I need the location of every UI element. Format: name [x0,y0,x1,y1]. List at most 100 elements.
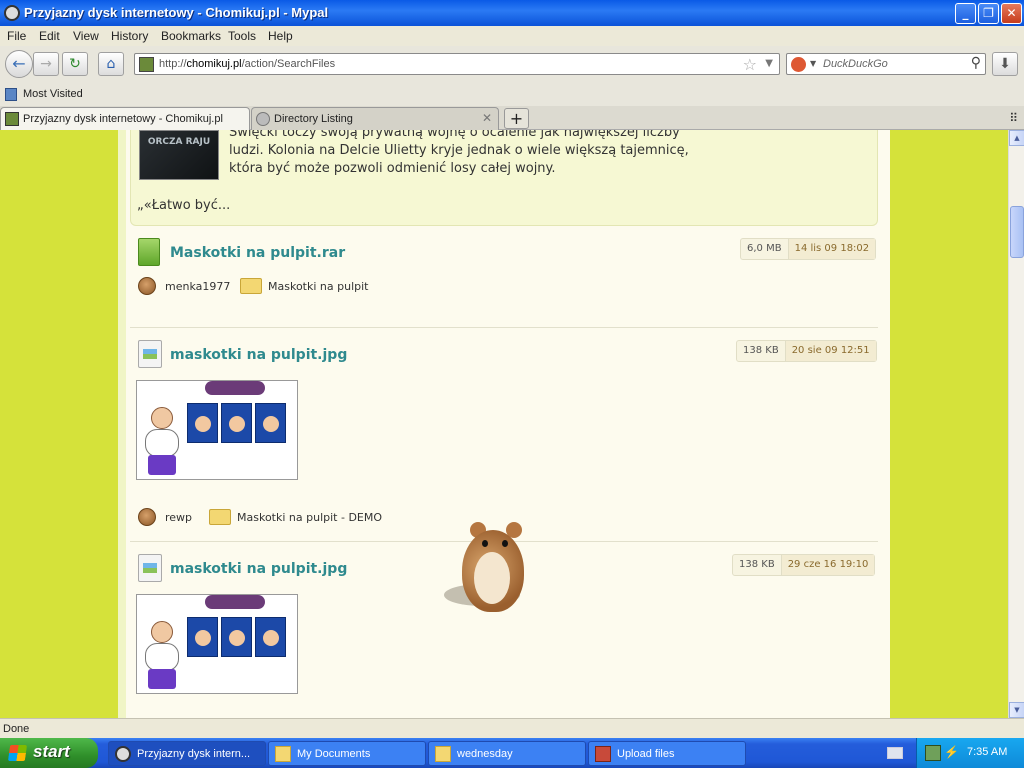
globe-icon [256,112,270,126]
menu-tools[interactable]: Tools [228,29,256,43]
task-label: My Documents [297,748,371,760]
hamster-mascot[interactable] [444,510,528,616]
thumbnail-panel [187,403,218,443]
file-divider [130,327,878,328]
thumbnail-panel [187,617,218,657]
url-dropdown-icon[interactable]: ▼ [765,58,773,69]
thumbnail-cartoon-man [143,621,183,689]
tab-directory-listing[interactable]: Directory Listing ✕ [251,107,499,130]
owner-link[interactable]: rewp [165,511,192,524]
thumbnail-panel [221,403,252,443]
image-thumbnail[interactable] [136,380,298,480]
minimize-button[interactable]: _ [955,3,976,24]
vertical-scrollbar[interactable]: ▲ ▼ [1008,130,1024,718]
tab-close-icon[interactable]: ✕ [482,111,492,125]
file-item: Maskotki na pulpit.rar 6,0 MB 14 lis 09 … [130,236,878,326]
image-file-icon [138,340,162,368]
most-visited-icon [5,88,17,101]
file-name-link[interactable]: maskotki na pulpit.jpg [170,561,347,577]
image-file-icon [138,554,162,582]
search-icon[interactable]: ⚲ [971,55,981,71]
task-wednesday[interactable]: wednesday [428,741,586,766]
file-meta: 138 KB 20 sie 09 12:51 [736,340,877,362]
reload-icon[interactable]: ↻ [62,52,88,76]
file-size: 138 KB [737,341,786,361]
back-icon[interactable]: ← [5,50,33,78]
file-date: 14 lis 09 18:02 [788,239,876,259]
mypal-app-icon [4,5,20,21]
folder-link[interactable]: Maskotki na pulpit [268,280,368,293]
search-placeholder: DuckDuckGo [823,58,888,70]
thumbnail-panel [255,403,286,443]
mypal-task-icon [115,746,131,762]
scrollbar-thumb[interactable] [1010,206,1024,258]
file-date: 29 cze 16 19:10 [781,555,875,575]
tab-strip: Przyjazny dysk internetowy - Chomikuj.pl… [0,106,1024,130]
task-my-documents[interactable]: My Documents [268,741,426,766]
title-bar: Przyjazny dysk internetowy - Chomikuj.pl… [0,0,1024,26]
forward-icon[interactable]: → [33,52,59,76]
task-upload-files[interactable]: Upload files [588,741,746,766]
tab-list-icon[interactable]: ⠿ [1009,111,1018,125]
taskbar: start Przyjazny dysk intern... My Docume… [0,738,1024,768]
file-size: 138 KB [733,555,782,575]
menu-bookmarks[interactable]: Bookmarks [161,29,221,43]
menu-view[interactable]: View [73,29,99,43]
folder-task-icon [275,746,291,762]
file-name-link[interactable]: maskotki na pulpit.jpg [170,347,347,363]
keyboard-icon[interactable] [887,747,903,759]
hamster-eye [482,540,488,547]
file-name-link[interactable]: Maskotki na pulpit.rar [170,245,345,261]
menu-edit[interactable]: Edit [39,29,60,43]
hamster-avatar-icon[interactable] [138,277,156,295]
thumbnail-panel [255,617,286,657]
folder-icon[interactable] [240,278,262,294]
windows-logo-icon [7,745,28,761]
search-engine-caret-icon[interactable]: ▼ [810,59,816,68]
status-bar: Done [0,718,1024,738]
site-favicon-icon [139,57,154,72]
task-label: wednesday [457,748,513,760]
search-bar[interactable]: ▼ DuckDuckGo ⚲ [786,53,986,75]
hamster-belly [474,552,510,604]
tray-app-icon[interactable] [925,745,941,761]
tray-network-icon[interactable]: ⚡ [944,745,960,761]
url-bar[interactable]: http://chomikuj.pl/action/SearchFiles ☆ … [134,53,780,75]
page-viewport: ORCZA RAJU Święcki toczy swoją prywatną … [0,130,1008,718]
folder-icon[interactable] [209,509,231,525]
home-icon[interactable]: ⌂ [98,52,124,76]
image-thumbnail[interactable] [136,594,298,694]
scroll-up-icon[interactable]: ▲ [1009,130,1024,146]
upload-task-icon [595,746,611,762]
page-content: ORCZA RAJU Święcki toczy swoją prywatną … [118,130,890,718]
downloads-icon[interactable]: ⬇ [992,52,1018,76]
maximize-button[interactable]: ❐ [978,3,999,24]
thumbnail-cartoon-man [143,407,183,475]
new-tab-button[interactable]: + [504,108,529,129]
duckduckgo-icon[interactable] [791,57,806,72]
scroll-down-icon[interactable]: ▼ [1009,702,1024,718]
hamster-avatar-icon[interactable] [138,508,156,526]
menu-history[interactable]: History [111,29,148,43]
start-button[interactable]: start [0,738,98,768]
page-left-strip [118,130,126,718]
description-line: Święcki toczy swoją prywatną wojnę o oca… [229,130,680,140]
owner-link[interactable]: menka1977 [165,280,230,293]
folder-link[interactable]: Maskotki na pulpit - DEMO [237,511,382,524]
description-line: ludzi. Kolonia na Delcie Ulietty kryje j… [229,143,689,158]
bookmarks-toolbar: Most Visited [0,84,1024,106]
file-meta: 138 KB 29 cze 16 19:10 [732,554,876,576]
file-meta: 6,0 MB 14 lis 09 18:02 [740,238,877,260]
most-visited-bookmark[interactable]: Most Visited [23,88,83,100]
close-button[interactable]: ✕ [1001,3,1022,24]
menu-file[interactable]: File [7,29,26,43]
task-browser[interactable]: Przyjazny dysk intern... [108,741,266,766]
hamster-eye [502,540,508,547]
menu-help[interactable]: Help [268,29,293,43]
book-cover-image[interactable]: ORCZA RAJU [139,130,219,180]
system-tray: ⚡ 7:35 AM [916,738,1024,768]
bookmark-star-icon[interactable]: ☆ [743,55,757,74]
tab-label: Przyjazny dysk internetowy - Chomikuj.pl [23,113,223,125]
thumbnail-panel [221,617,252,657]
tab-chomikuj[interactable]: Przyjazny dysk internetowy - Chomikuj.pl [0,107,250,130]
